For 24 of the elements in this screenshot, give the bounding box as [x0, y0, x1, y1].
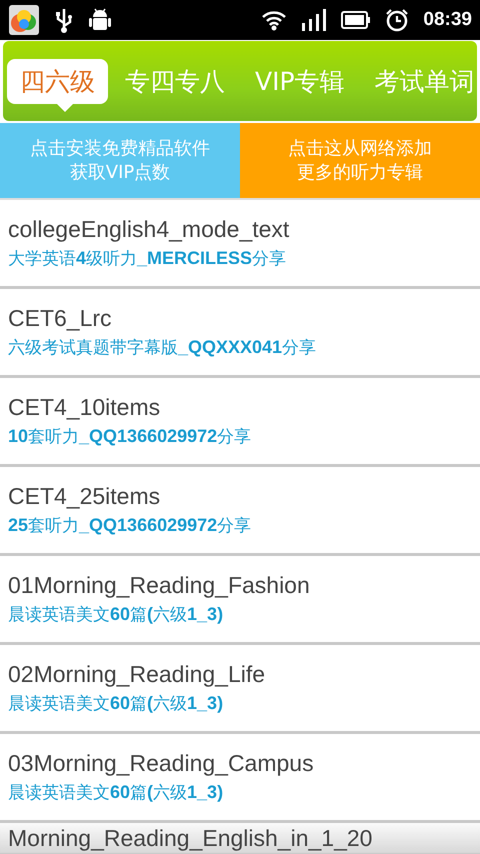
clock-time: 08:39	[423, 9, 472, 31]
album-title[interactable]: collegeEnglish4_mode_text	[8, 216, 472, 243]
alarm-clock-icon	[385, 8, 410, 32]
album-description: 大学英语4级听力_MERCILESS分享	[8, 247, 288, 270]
app-icon	[8, 4, 40, 36]
album-title[interactable]: CET4_25items	[8, 483, 472, 510]
usb-icon	[54, 7, 74, 33]
wifi-icon	[261, 9, 288, 31]
album-title[interactable]: CET6_Lrc	[8, 305, 472, 332]
battery-icon	[341, 11, 372, 29]
signal-icon	[301, 9, 328, 31]
album-description: 晨读英语美文60篇(六级1_3)	[8, 692, 224, 715]
tab-pointer-icon	[57, 104, 73, 112]
album-description: 晨读英语美文60篇(六级1_3)	[8, 603, 224, 626]
album-title[interactable]: 02Morning_Reading_Life	[8, 661, 472, 688]
album-title[interactable]: CET4_10items	[8, 394, 472, 421]
album-title[interactable]: 01Morning_Reading_Fashion	[8, 572, 472, 599]
album-description: 25套听力_QQ1366029972分享	[8, 514, 252, 537]
album-description: 晨读英语美文60篇(六级1_3)	[8, 781, 224, 804]
album-description: 10套听力_QQ1366029972分享	[8, 425, 252, 448]
album-title[interactable]: Morning_Reading_English_in_1_20	[8, 825, 472, 852]
android-icon	[88, 7, 112, 33]
album-title[interactable]: 03Morning_Reading_Campus	[8, 750, 472, 777]
album-description: 六级考试真题带字幕版_QQXXX041分享	[8, 336, 318, 359]
